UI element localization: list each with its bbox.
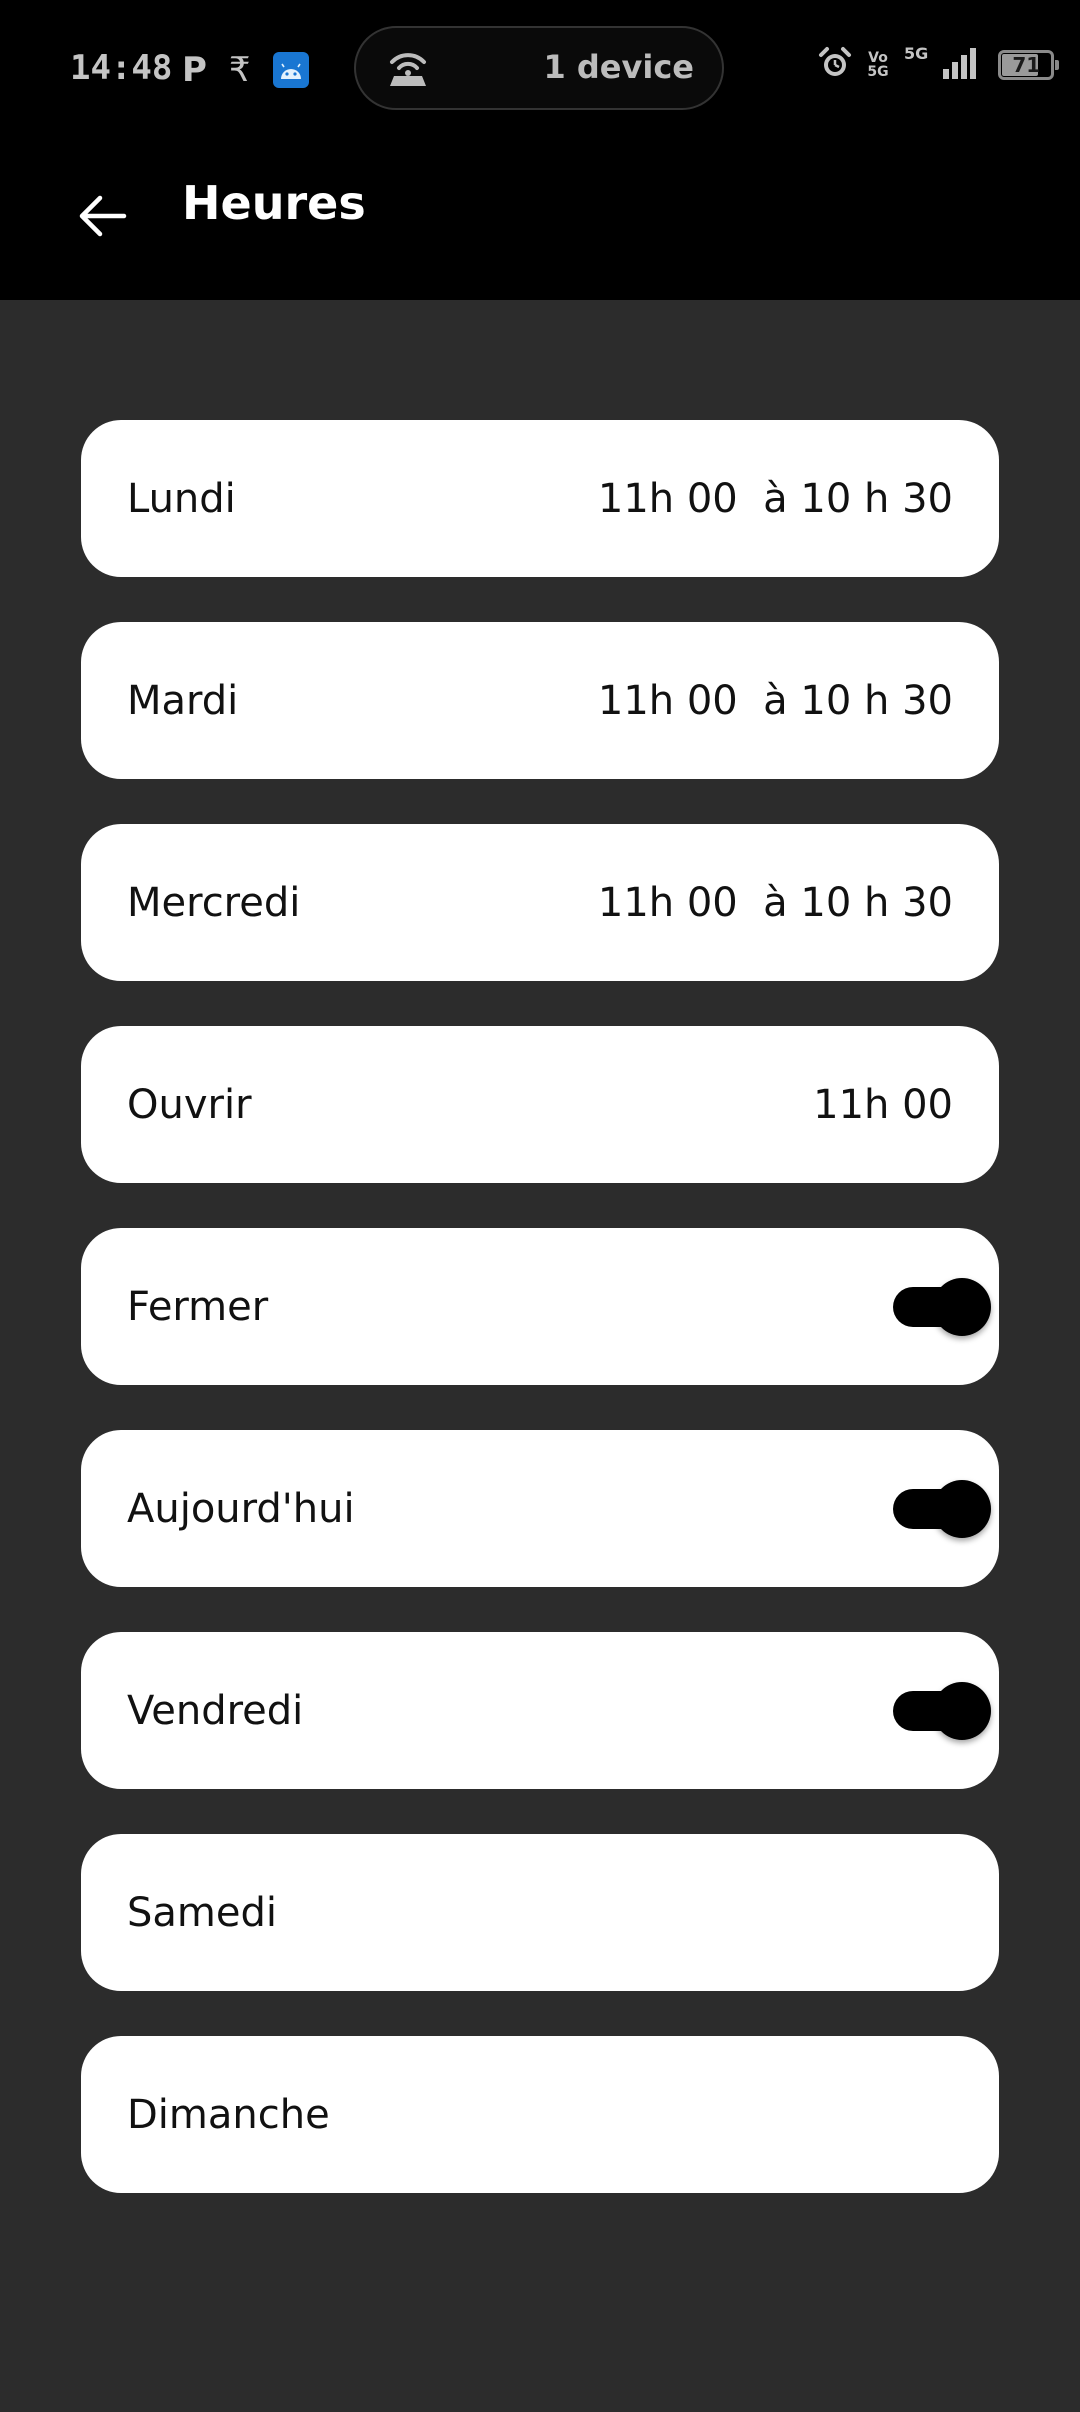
volte-indicator: Vo 5G <box>867 50 889 80</box>
toggle-thumb <box>933 1681 991 1740</box>
row-ouvrir[interactable]: Ouvrir 11h 00 <box>81 1026 999 1183</box>
aujourdhui-toggle[interactable] <box>893 1479 991 1538</box>
hotspot-pill[interactable]: 1 device <box>354 26 724 110</box>
row-hours: 11h 00 à 10 h 30 <box>597 677 953 724</box>
alarm-icon <box>818 46 852 84</box>
hotspot-device-count: 1 device <box>543 48 694 86</box>
row-label: Ouvrir <box>127 1081 252 1128</box>
back-button[interactable] <box>66 180 138 252</box>
row-lundi[interactable]: Lundi 11h 00 à 10 h 30 <box>81 420 999 577</box>
status-time: 14:48 <box>70 48 173 88</box>
toggle-thumb <box>933 1479 991 1538</box>
row-vendredi[interactable]: Vendredi <box>81 1632 999 1789</box>
fermer-toggle[interactable] <box>893 1277 991 1336</box>
status-notifications: P ₹ <box>182 50 309 90</box>
row-aujourdhui[interactable]: Aujourd'hui <box>81 1430 999 1587</box>
row-mercredi[interactable]: Mercredi 11h 00 à 10 h 30 <box>81 824 999 981</box>
rupee-notification-icon: ₹ <box>228 50 251 90</box>
status-system-icons: Vo 5G 5G 71 <box>818 43 1060 84</box>
row-label: Dimanche <box>127 2091 330 2138</box>
signal-icon <box>942 47 978 83</box>
network-type: 5G <box>904 43 929 63</box>
row-label: Vendredi <box>127 1687 304 1734</box>
row-label: Mercredi <box>127 879 301 926</box>
app-bar: Heures <box>0 140 1080 300</box>
arrow-left-icon <box>79 195 127 237</box>
row-samedi[interactable]: Samedi <box>81 1834 999 1991</box>
row-mardi[interactable]: Mardi 11h 00 à 10 h 30 <box>81 622 999 779</box>
battery-icon: 71 <box>998 50 1060 80</box>
page-title: Heures <box>182 176 366 230</box>
row-label: Aujourd'hui <box>127 1485 355 1532</box>
toggle-thumb <box>933 1277 991 1336</box>
row-label: Samedi <box>127 1889 277 1936</box>
hotspot-icon <box>384 46 432 94</box>
row-hours: 11h 00 à 10 h 30 <box>597 879 953 926</box>
row-label: Lundi <box>127 475 236 522</box>
hours-list: Lundi 11h 00 à 10 h 30 Mardi 11h 00 à 10… <box>81 420 999 2238</box>
row-fermer[interactable]: Fermer <box>81 1228 999 1385</box>
row-dimanche[interactable]: Dimanche <box>81 2036 999 2193</box>
row-label: Fermer <box>127 1283 269 1330</box>
row-hours: 11h 00 <box>813 1081 953 1128</box>
row-label: Mardi <box>127 677 239 724</box>
vendredi-toggle[interactable] <box>893 1681 991 1740</box>
battery-level: 71 <box>1012 53 1041 77</box>
android-icon <box>272 52 309 88</box>
row-hours: 11h 00 à 10 h 30 <box>597 475 953 522</box>
parking-notification-icon: P <box>182 50 207 90</box>
status-bar: 14:48 P ₹ 1 device Vo 5G 5G 71 <box>0 0 1080 140</box>
